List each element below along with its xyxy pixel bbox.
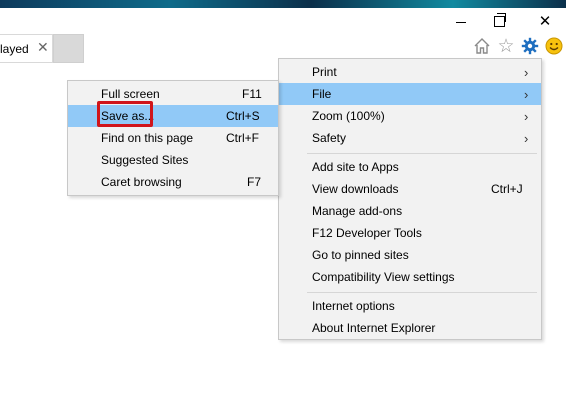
- menu-item-label: Print: [312, 65, 337, 79]
- menu-item-file[interactable]: File ›: [279, 83, 541, 105]
- menu-item-manage-add-ons[interactable]: Manage add-ons: [279, 200, 541, 222]
- menu-separator: [307, 292, 537, 293]
- restore-button[interactable]: [484, 10, 514, 32]
- menu-item-label: Full screen: [101, 87, 160, 101]
- menu-item-safety[interactable]: Safety ›: [279, 127, 541, 149]
- menu-item-pinned-sites[interactable]: Go to pinned sites: [279, 244, 541, 266]
- menu-item-label: Suggested Sites: [101, 153, 189, 167]
- chevron-right-icon: ›: [524, 64, 529, 80]
- browser-tab[interactable]: layed ✕: [0, 34, 53, 63]
- minimize-button[interactable]: [446, 10, 476, 32]
- chevron-right-icon: ›: [524, 130, 529, 146]
- tools-menu: Print › File › Zoom (100%) › Safety › Ad…: [278, 58, 542, 340]
- menu-item-label: File: [312, 87, 332, 101]
- menu-item-label: Compatibility View settings: [312, 270, 455, 284]
- menu-item-label: Add site to Apps: [312, 160, 399, 174]
- menu-item-about-ie[interactable]: About Internet Explorer: [279, 317, 541, 339]
- menu-item-view-downloads[interactable]: View downloads Ctrl+J: [279, 178, 541, 200]
- chevron-right-icon: ›: [524, 108, 529, 124]
- menu-item-label: About Internet Explorer: [312, 321, 436, 335]
- minimize-icon: [456, 21, 466, 23]
- menu-item-internet-options[interactable]: Internet options: [279, 295, 541, 317]
- file-submenu: Full screen F11 Save as... Ctrl+S Find o…: [67, 80, 279, 196]
- menu-item-label: Caret browsing: [101, 175, 182, 189]
- menu-item-compatibility-view[interactable]: Compatibility View settings: [279, 266, 541, 288]
- restore-icon: [493, 12, 506, 27]
- menu-item-label: Zoom (100%): [312, 109, 385, 123]
- menu-item-f12-developer-tools[interactable]: F12 Developer Tools: [279, 222, 541, 244]
- menu-item-label: Internet options: [312, 299, 395, 313]
- close-icon: ✕: [538, 13, 552, 30]
- menu-item-label: View downloads: [312, 182, 399, 196]
- favorites-star-icon[interactable]: ☆: [496, 36, 516, 57]
- submenu-item-find-on-page[interactable]: Find on this page Ctrl+F: [68, 127, 278, 149]
- menu-item-shortcut: F11: [242, 87, 262, 101]
- tab-title: layed: [0, 41, 29, 56]
- save-as-callout-highlight: [97, 101, 153, 127]
- close-window-button[interactable]: ✕: [530, 10, 560, 32]
- home-icon[interactable]: [472, 36, 492, 56]
- tab-close-icon[interactable]: ✕: [37, 39, 49, 56]
- menu-item-shortcut: Ctrl+F: [226, 131, 259, 145]
- new-tab-button[interactable]: [53, 34, 84, 63]
- menu-separator: [307, 153, 537, 154]
- menu-item-print[interactable]: Print ›: [279, 61, 541, 83]
- menu-item-label: F12 Developer Tools: [312, 226, 422, 240]
- menu-item-add-site-to-apps[interactable]: Add site to Apps: [279, 156, 541, 178]
- menu-item-shortcut: Ctrl+J: [491, 182, 523, 196]
- submenu-item-suggested-sites[interactable]: Suggested Sites: [68, 149, 278, 171]
- menu-item-label: Find on this page: [101, 131, 194, 145]
- window-title-strip: [0, 0, 566, 8]
- menu-item-label: Manage add-ons: [312, 204, 403, 218]
- submenu-item-caret-browsing[interactable]: Caret browsing F7: [68, 171, 278, 193]
- gear-icon[interactable]: [520, 36, 540, 56]
- chevron-right-icon: ›: [524, 86, 529, 102]
- menu-item-shortcut: F7: [247, 175, 262, 189]
- menu-item-shortcut: Ctrl+S: [226, 109, 260, 123]
- menu-item-label: Go to pinned sites: [312, 248, 409, 262]
- menu-item-label: Safety: [312, 131, 347, 145]
- smiley-feedback-icon[interactable]: [544, 36, 564, 56]
- menu-item-zoom[interactable]: Zoom (100%) ›: [279, 105, 541, 127]
